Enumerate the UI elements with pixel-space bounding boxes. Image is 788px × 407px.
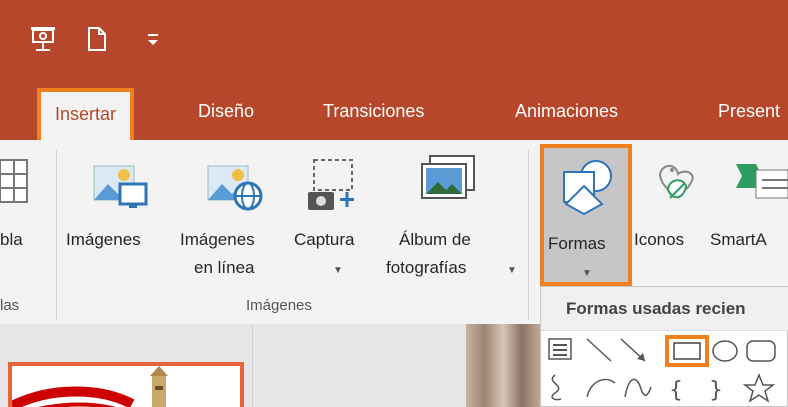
line-shape-icon[interactable] <box>586 338 612 362</box>
formas-button[interactable]: Formas ▼ <box>540 144 632 286</box>
formas-dropdown-caret: ▼ <box>582 268 592 279</box>
smartart-button-label[interactable]: SmartA <box>710 228 767 252</box>
album-dropdown-caret[interactable]: ▼ <box>507 265 517 276</box>
curve-shape-icon[interactable] <box>624 378 652 398</box>
quick-access-toolbar <box>0 0 788 82</box>
smartart-icon[interactable] <box>730 158 788 208</box>
tab-presentacion[interactable]: Present <box>718 82 780 140</box>
group-separator <box>56 150 57 320</box>
tabla-button-label[interactable]: bla <box>0 228 23 252</box>
screenshot-icon[interactable] <box>304 154 362 212</box>
slide-thumbnail-image <box>9 366 168 407</box>
arrow-shape-icon[interactable] <box>620 338 646 362</box>
slide-photo-fragment <box>466 324 540 407</box>
group-separator <box>528 150 529 320</box>
captura-dropdown-caret[interactable]: ▼ <box>333 265 343 276</box>
imagenes-button-label[interactable]: Imágenes <box>66 228 141 252</box>
formas-button-label: Formas <box>548 234 606 253</box>
photo-album-icon[interactable] <box>416 152 478 210</box>
tab-transiciones[interactable]: Transiciones <box>323 82 424 140</box>
group-label-tablas: las <box>0 297 20 314</box>
rounded-rectangle-shape-icon[interactable] <box>746 340 776 362</box>
start-slideshow-icon[interactable] <box>28 24 58 54</box>
ribbon-tabs: Insertar Diseño Transiciones Animaciones… <box>0 82 788 140</box>
iconos-button-label[interactable]: Iconos <box>634 228 684 252</box>
left-brace-shape-icon[interactable]: { <box>669 378 683 403</box>
tab-animaciones[interactable]: Animaciones <box>515 82 618 140</box>
new-file-icon[interactable] <box>86 24 108 54</box>
shapes-dropdown: Formas usadas recien { } <box>540 286 788 407</box>
slide-thumbnail[interactable] <box>8 362 244 407</box>
table-icon[interactable] <box>0 154 30 204</box>
icons-icon[interactable] <box>646 154 704 210</box>
slide-thumbnail-pane <box>0 324 540 407</box>
recent-shapes-title: Formas usadas recien <box>541 287 788 331</box>
imagenes-en-linea-line2[interactable]: en línea <box>194 256 255 280</box>
pane-separator <box>252 324 253 407</box>
rectangle-shape-icon[interactable] <box>665 335 709 367</box>
online-pictures-icon[interactable] <box>206 154 264 212</box>
pictures-icon[interactable] <box>92 154 150 212</box>
album-line1[interactable]: Álbum de <box>399 228 471 252</box>
group-label-imagenes: Imágenes <box>246 297 312 314</box>
text-box-shape-icon[interactable] <box>548 338 572 360</box>
arc-shape-icon[interactable] <box>586 378 616 398</box>
tab-insertar[interactable]: Insertar <box>37 88 135 140</box>
album-line2[interactable]: fotografías <box>386 256 466 280</box>
right-brace-shape-icon[interactable]: } <box>709 378 723 403</box>
shapes-gallery: { } <box>548 335 776 403</box>
customize-toolbar-icon[interactable] <box>146 24 160 54</box>
freeform-shape-icon[interactable] <box>551 374 562 401</box>
oval-shape-icon[interactable] <box>712 340 738 362</box>
star-shape-icon[interactable] <box>742 372 776 403</box>
captura-button-label[interactable]: Captura <box>294 228 354 252</box>
shapes-icon <box>563 160 612 216</box>
imagenes-en-linea-line1[interactable]: Imágenes <box>180 228 255 252</box>
tab-diseno[interactable]: Diseño <box>198 82 254 140</box>
